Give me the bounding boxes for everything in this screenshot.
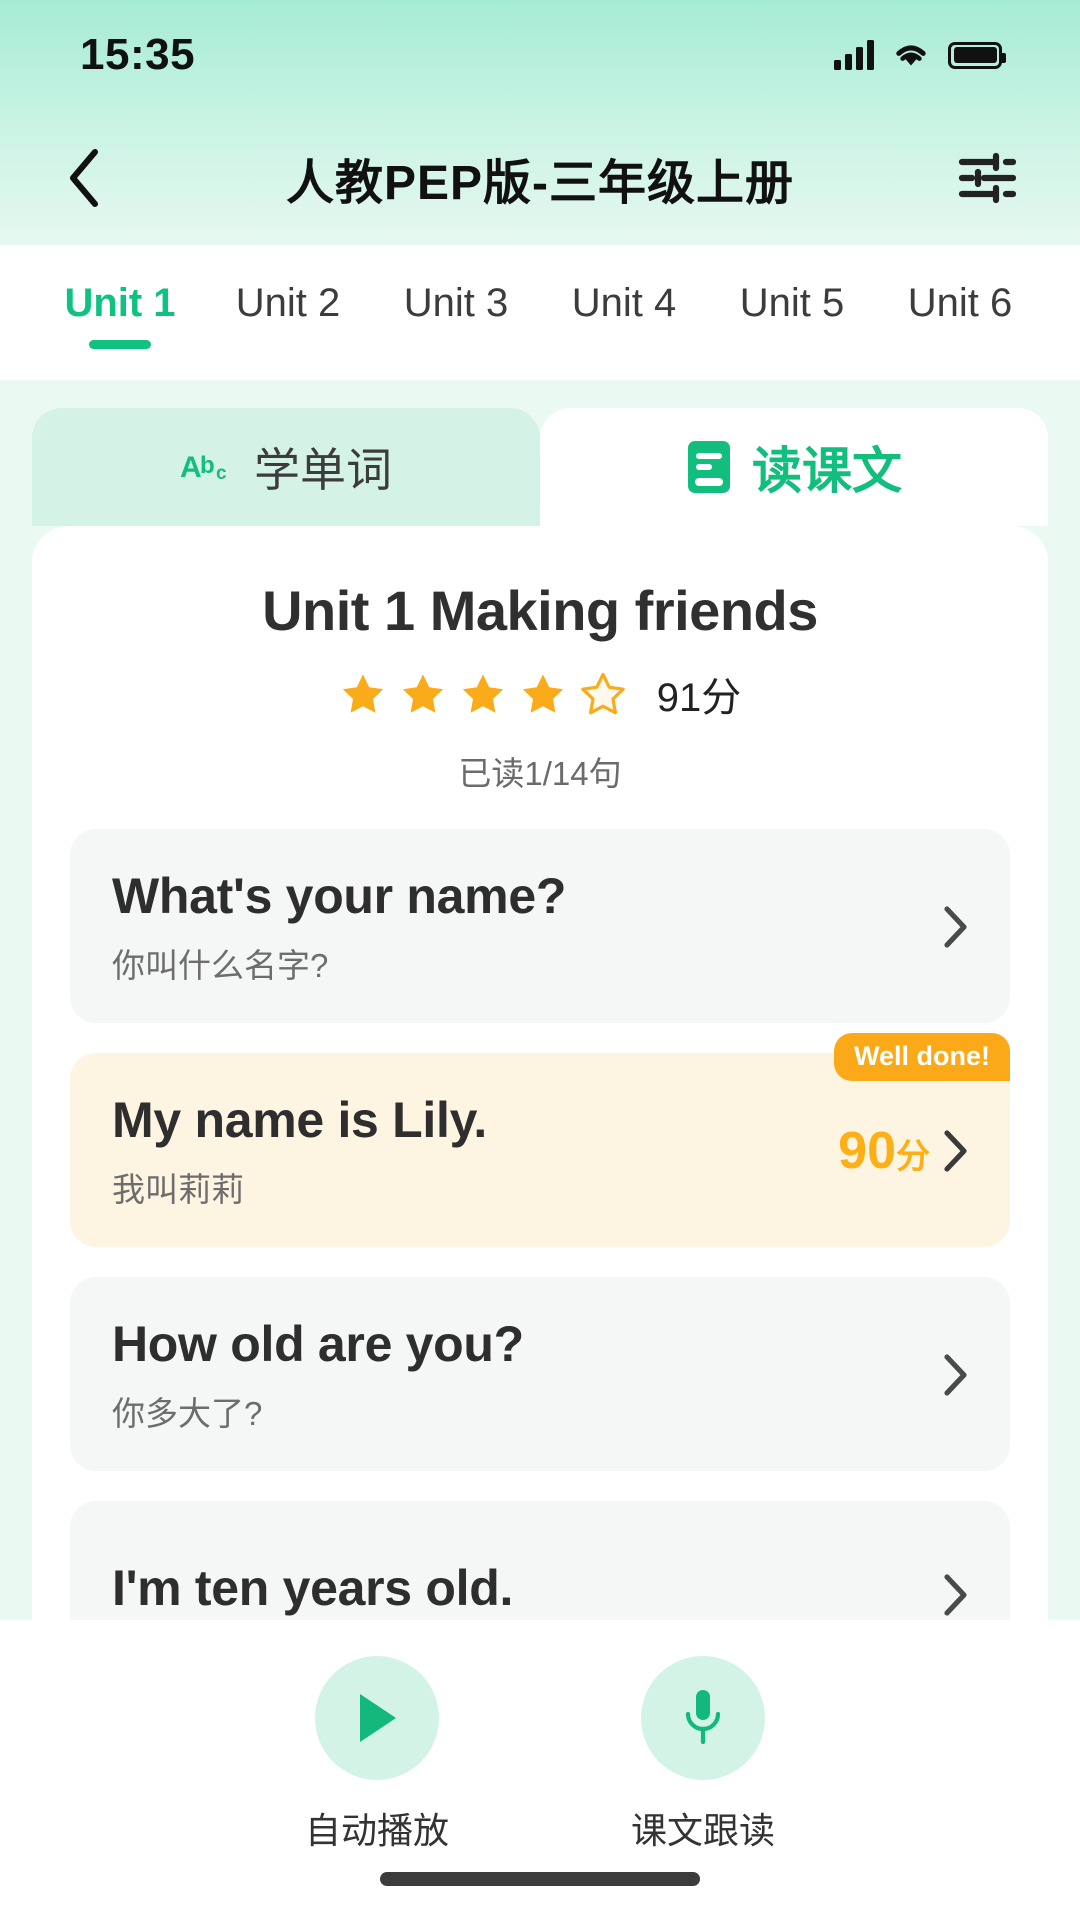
chevron-right-icon <box>944 906 967 948</box>
chevron-right-icon <box>944 1574 967 1616</box>
sentence-text: I'm ten years old. <box>112 1559 942 1620</box>
unit-tab-3[interactable]: Unit 4 <box>540 267 708 349</box>
sentence-score-unit: 分 <box>896 1138 930 1176</box>
unit-tab-underline <box>425 340 487 349</box>
sentence-english: I'm ten years old. <box>112 1560 514 1616</box>
unit-tab-underline <box>929 340 991 349</box>
lesson-card: Unit 1 Making friends 91分 已读1/14句 What's… <box>32 526 1048 1620</box>
unit-tab-1[interactable]: Unit 2 <box>204 267 372 349</box>
main-content: A b c 学单词 读课文 Unit 1 Making friends 91分 … <box>0 380 1080 1620</box>
sentence-english: What's your name? <box>112 868 567 924</box>
sentence-score-value: 90 <box>838 1122 896 1180</box>
status-badge: Well done! <box>833 1033 1010 1081</box>
unit-tab-underline <box>257 340 319 349</box>
tab-read-text-label: 读课文 <box>752 431 908 505</box>
sentence-actions <box>942 1573 968 1617</box>
unit-tab-underline <box>89 340 151 349</box>
star-filled-icon <box>402 674 443 713</box>
book-icon <box>686 439 732 495</box>
unit-tab-label: Unit 5 <box>739 281 845 325</box>
svg-text:A: A <box>180 451 202 484</box>
unit-tab-underline <box>761 340 823 349</box>
sentence-list: What's your name? 你叫什么名字? Well done! My … <box>70 829 1010 1620</box>
sentence-english: My name is Lily. <box>112 1092 487 1148</box>
sentence-chinese: 你叫什么名字? <box>112 947 329 984</box>
unit-tab-label: Unit 4 <box>571 281 677 325</box>
header: 15:35 人教PEP版-三年级上册 <box>0 0 1080 245</box>
unit-tab-label: Unit 3 <box>403 281 509 325</box>
sliders-filter-icon <box>958 152 1016 203</box>
auto-play-button[interactable]: 自动播放 <box>305 1656 449 1854</box>
chevron-right-icon <box>944 1354 967 1396</box>
sentence-actions <box>942 1353 968 1397</box>
sentence-english: How old are you? <box>112 1316 524 1372</box>
tab-learn-words-label: 学单词 <box>254 444 392 496</box>
star-filled-icon <box>342 674 383 713</box>
play-icon <box>359 1694 396 1742</box>
page-title: 人教PEP版-三年级上册 <box>285 156 795 210</box>
sentence-text: My name is Lily. 我叫莉莉 <box>112 1091 838 1211</box>
svg-text:b: b <box>200 452 215 479</box>
sentence-text: How old are you? 你多大了? <box>112 1315 942 1435</box>
star-filled-icon <box>462 674 503 713</box>
unit-tab-0[interactable]: Unit 1 <box>36 267 204 349</box>
sentence-row[interactable]: How old are you? 你多大了? <box>70 1277 1010 1471</box>
auto-play-label: 自动播放 <box>304 1810 449 1851</box>
unit-tab-label: Unit 6 <box>907 281 1013 325</box>
read-aloud-circle <box>641 1656 765 1780</box>
sentence-text: What's your name? 你叫什么名字? <box>112 867 942 987</box>
lesson-score: 91分 <box>656 676 742 720</box>
status-time: 15:35 <box>80 30 196 79</box>
sentence-row[interactable]: Well done! My name is Lily. 我叫莉莉 90分 <box>70 1033 1010 1247</box>
abc-icon: A b c <box>180 447 234 487</box>
sentence-score: 90分 <box>838 1121 930 1181</box>
unit-tab-underline <box>593 340 655 349</box>
unit-tab-label: Unit 2 <box>235 281 341 325</box>
status-bar: 15:35 <box>0 0 1080 110</box>
star-rating <box>339 670 627 718</box>
star-empty-icon <box>580 672 625 715</box>
mode-tab-bar: A b c 学单词 读课文 <box>32 408 1048 526</box>
battery-full-icon <box>948 41 1006 69</box>
star-filled-icon <box>522 674 563 713</box>
home-indicator[interactable] <box>380 1872 700 1886</box>
read-aloud-button[interactable]: 课文跟读 <box>631 1656 775 1854</box>
lesson-progress: 已读1/14句 <box>458 755 622 792</box>
lesson-title: Unit 1 Making friends <box>262 579 818 642</box>
sentence-actions <box>942 905 968 949</box>
unit-tab-4[interactable]: Unit 5 <box>708 267 876 349</box>
sentence-actions: 90分 <box>838 1121 968 1181</box>
rating-row: 91分 <box>70 665 1010 723</box>
unit-tab-label: Unit 1 <box>64 281 176 325</box>
status-icons <box>834 40 1006 70</box>
nav-bar: 人教PEP版-三年级上册 <box>0 110 1080 245</box>
chevron-right-icon <box>944 1130 967 1172</box>
sentence-chinese: 你多大了? <box>112 1395 263 1432</box>
unit-tab-2[interactable]: Unit 3 <box>372 267 540 349</box>
sentence-row[interactable]: What's your name? 你叫什么名字? <box>70 829 1010 1023</box>
unit-tab-bar: Unit 1 Unit 2 Unit 3 Unit 4 Unit 5 Unit … <box>0 245 1080 380</box>
unit-tab-5[interactable]: Unit 6 <box>876 267 1044 349</box>
read-aloud-label: 课文跟读 <box>631 1810 776 1851</box>
app-root: 15:35 人教PEP版-三年级上册 Unit 1 Unit 2 Unit 3 … <box>0 0 1080 1920</box>
filter-button[interactable] <box>952 143 1022 213</box>
tab-read-text[interactable]: 读课文 <box>540 408 1048 526</box>
svg-text:c: c <box>216 463 227 484</box>
chevron-left-icon <box>70 148 98 207</box>
back-button[interactable] <box>48 143 118 213</box>
signal-bars-icon <box>834 40 874 70</box>
sentence-row[interactable]: I'm ten years old. <box>70 1501 1010 1620</box>
sentence-chinese: 我叫莉莉 <box>112 1171 244 1208</box>
auto-play-circle <box>314 1656 439 1780</box>
tab-learn-words[interactable]: A b c 学单词 <box>32 408 540 526</box>
microphone-icon <box>685 1690 721 1745</box>
wifi-icon <box>892 41 930 69</box>
